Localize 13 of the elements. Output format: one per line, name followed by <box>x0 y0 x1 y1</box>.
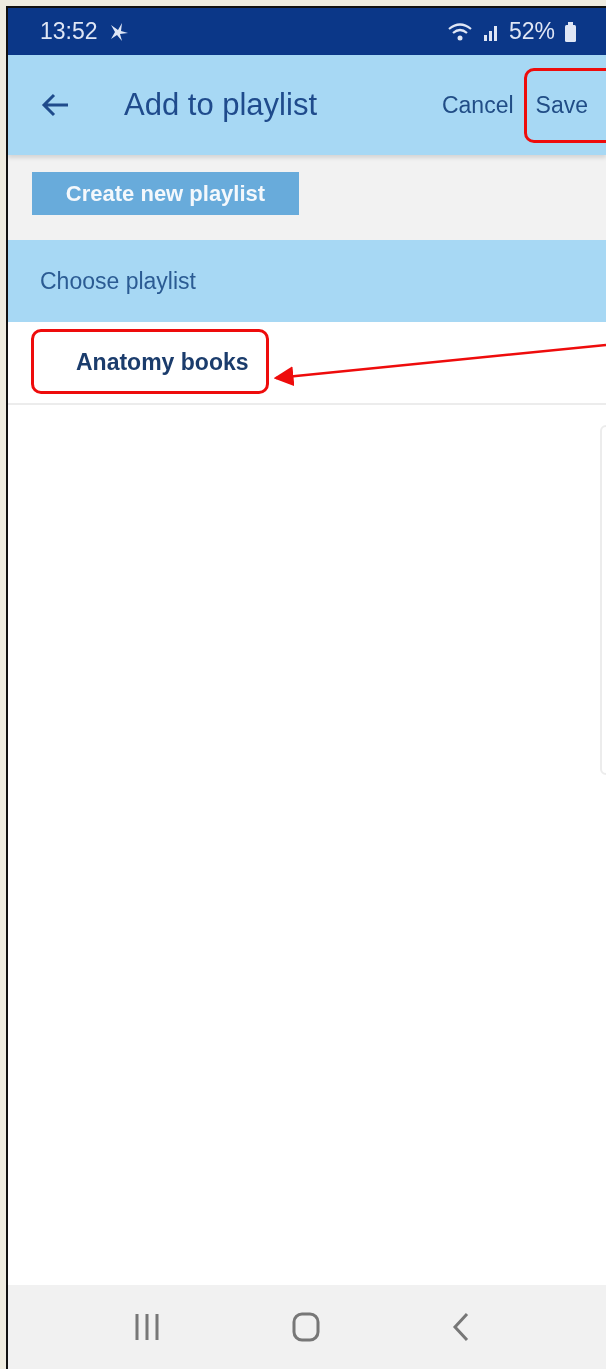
back-arrow-icon <box>40 92 70 118</box>
home-icon <box>292 1312 320 1342</box>
screen-title: Add to playlist <box>124 87 317 123</box>
section-header: Choose playlist <box>8 240 606 322</box>
playlist-item[interactable]: Anatomy books <box>76 349 249 376</box>
battery-icon <box>565 21 576 42</box>
back-chevron-icon <box>452 1312 470 1342</box>
recents-icon <box>134 1312 160 1342</box>
wifi-icon <box>446 21 473 42</box>
battery-percent: 52% <box>508 18 555 45</box>
header-action[interactable]: Cancel <box>437 85 518 125</box>
header-action[interactable]: Save <box>531 85 592 125</box>
status-time: 13:52 <box>40 18 98 45</box>
